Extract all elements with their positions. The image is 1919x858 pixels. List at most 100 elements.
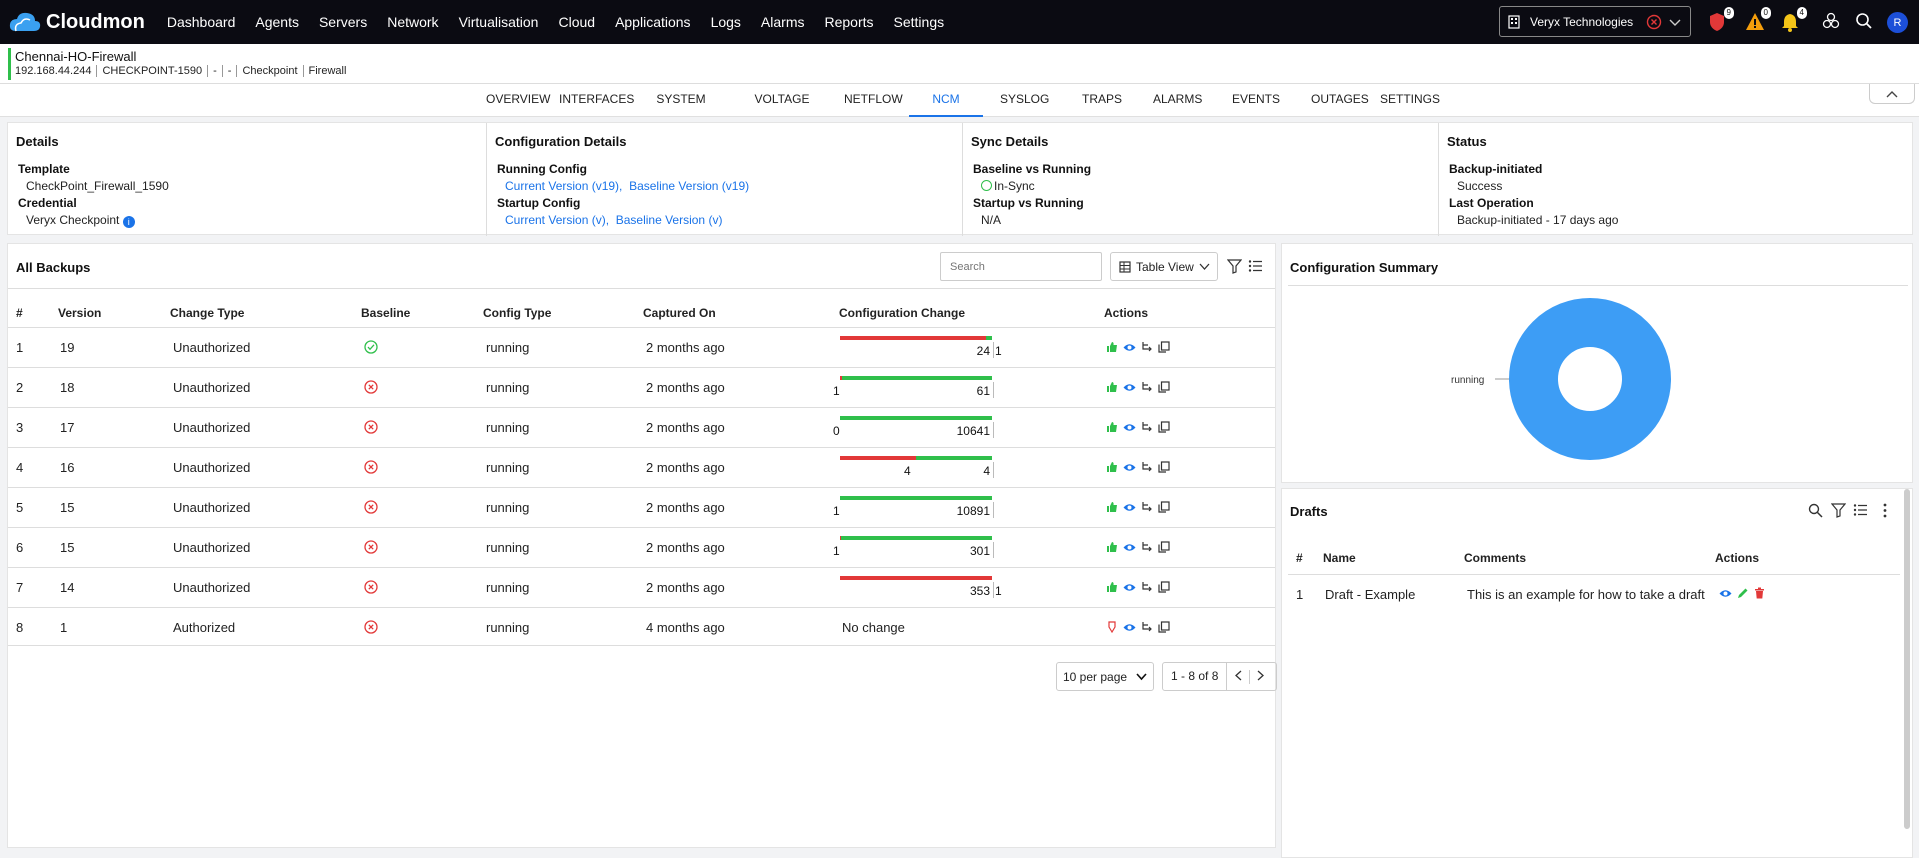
approve-icon[interactable] bbox=[1106, 461, 1118, 476]
compare-icon[interactable] bbox=[1141, 501, 1153, 516]
per-page-select[interactable]: 10 per page bbox=[1056, 662, 1154, 691]
approve-icon[interactable] bbox=[1106, 501, 1118, 516]
view-label: Table View bbox=[1136, 259, 1194, 274]
view-icon[interactable] bbox=[1123, 421, 1136, 436]
user-avatar[interactable]: R bbox=[1887, 12, 1908, 33]
nav-item-reports[interactable]: Reports bbox=[814, 14, 883, 30]
approve-icon[interactable] bbox=[1106, 341, 1118, 356]
added-count: 24 bbox=[976, 344, 990, 358]
removed-bar bbox=[840, 456, 916, 460]
view-icon[interactable] bbox=[1719, 587, 1732, 602]
added-count: 10891 bbox=[956, 504, 990, 518]
compare-icon[interactable] bbox=[1141, 541, 1153, 556]
chevron-down-icon[interactable] bbox=[1668, 15, 1682, 29]
view-icon[interactable] bbox=[1123, 541, 1136, 556]
baseline-cross-icon bbox=[364, 500, 378, 517]
tab-ncm[interactable]: NCM bbox=[909, 84, 983, 117]
running-baseline-link[interactable]: Baseline Version (v19) bbox=[629, 179, 749, 193]
copy-icon[interactable] bbox=[1158, 341, 1170, 356]
divider bbox=[8, 288, 1275, 289]
copy-icon[interactable] bbox=[1158, 461, 1170, 476]
tab-traps[interactable]: TRAPS bbox=[1082, 84, 1122, 117]
table-row: 7 14 Unauthorized running 2 months ago 353 1 bbox=[8, 568, 1275, 608]
nav-item-virtualisation[interactable]: Virtualisation bbox=[449, 14, 549, 30]
approve-icon[interactable] bbox=[1106, 381, 1118, 396]
compare-icon[interactable] bbox=[1141, 461, 1153, 476]
sync-details-section: Sync Details Baseline vs Running In-Sync… bbox=[962, 123, 1438, 236]
copy-icon[interactable] bbox=[1158, 381, 1170, 396]
copy-icon[interactable] bbox=[1158, 541, 1170, 556]
nav-item-agents[interactable]: Agents bbox=[245, 14, 309, 30]
startup-current-link[interactable]: Current Version (v), bbox=[505, 213, 609, 227]
approve-icon[interactable] bbox=[1106, 421, 1118, 436]
view-icon[interactable] bbox=[1123, 621, 1136, 636]
info-icon[interactable]: i bbox=[122, 216, 135, 228]
approve-icon[interactable] bbox=[1106, 581, 1118, 596]
filter-icon[interactable] bbox=[1227, 259, 1242, 274]
details-title: Details bbox=[16, 134, 59, 149]
compare-icon[interactable] bbox=[1141, 621, 1153, 636]
view-icon[interactable] bbox=[1123, 381, 1136, 396]
shield-badge: 9 bbox=[1723, 7, 1734, 19]
edit-icon[interactable] bbox=[1737, 587, 1749, 602]
warning-alert-button[interactable]: 0 bbox=[1745, 7, 1771, 32]
column-header: Change Type bbox=[170, 306, 245, 320]
nav-item-alarms[interactable]: Alarms bbox=[751, 14, 815, 30]
tab-outages[interactable]: OUTAGES bbox=[1311, 84, 1369, 117]
nav-item-servers[interactable]: Servers bbox=[309, 14, 377, 30]
tab-interfaces[interactable]: INTERFACES bbox=[559, 84, 634, 117]
copy-icon[interactable] bbox=[1158, 501, 1170, 516]
no-change-label: No change bbox=[842, 620, 905, 635]
collapse-header-button[interactable] bbox=[1869, 84, 1915, 104]
column-settings-icon[interactable] bbox=[1248, 259, 1263, 273]
logo[interactable]: Cloudmon bbox=[8, 9, 145, 35]
compare-icon[interactable] bbox=[1141, 421, 1153, 436]
integrations-button[interactable] bbox=[1822, 12, 1842, 32]
search-icon[interactable] bbox=[1808, 503, 1823, 518]
nav-item-applications[interactable]: Applications bbox=[605, 14, 701, 30]
tab-system-metrics[interactable]: SYSTEM METRICS bbox=[634, 84, 728, 136]
filter-icon[interactable] bbox=[1831, 503, 1846, 518]
nav-item-network[interactable]: Network bbox=[377, 14, 448, 30]
tab-overview[interactable]: OVERVIEW bbox=[486, 84, 550, 117]
security-alert-button[interactable]: 9 bbox=[1708, 7, 1734, 32]
copy-icon[interactable] bbox=[1158, 581, 1170, 596]
compare-icon[interactable] bbox=[1141, 581, 1153, 596]
tab-voltage-health[interactable]: VOLTAGE HEALTH bbox=[736, 84, 828, 136]
tab-alarms[interactable]: ALARMS bbox=[1153, 84, 1202, 117]
nav-item-dashboard[interactable]: Dashboard bbox=[157, 14, 246, 30]
view-icon[interactable] bbox=[1123, 501, 1136, 516]
search-input[interactable] bbox=[940, 252, 1102, 281]
unapprove-icon[interactable] bbox=[1106, 621, 1118, 636]
column-settings-icon[interactable] bbox=[1853, 503, 1868, 517]
view-selector[interactable]: Table View bbox=[1110, 252, 1218, 281]
tab-settings[interactable]: SETTINGS bbox=[1380, 84, 1440, 117]
delete-icon[interactable] bbox=[1754, 587, 1765, 602]
tab-syslog[interactable]: SYSLOG bbox=[1000, 84, 1049, 117]
prev-page-button[interactable] bbox=[1227, 670, 1249, 684]
global-search-button[interactable] bbox=[1855, 12, 1875, 32]
nav-item-logs[interactable]: Logs bbox=[701, 14, 751, 30]
copy-icon[interactable] bbox=[1158, 621, 1170, 636]
view-icon[interactable] bbox=[1123, 341, 1136, 356]
startup-baseline-link[interactable]: Baseline Version (v) bbox=[616, 213, 723, 227]
clear-icon[interactable] bbox=[1646, 14, 1662, 30]
nav-item-settings[interactable]: Settings bbox=[884, 14, 955, 30]
more-options-icon[interactable] bbox=[1882, 503, 1888, 518]
view-icon[interactable] bbox=[1123, 461, 1136, 476]
compare-icon[interactable] bbox=[1141, 381, 1153, 396]
drafts-scrollbar[interactable] bbox=[1904, 489, 1910, 829]
view-icon[interactable] bbox=[1123, 581, 1136, 596]
tab-netflow[interactable]: NETFLOW bbox=[844, 84, 903, 117]
compare-icon[interactable] bbox=[1141, 341, 1153, 356]
next-page-button[interactable] bbox=[1249, 669, 1271, 684]
nav-item-cloud[interactable]: Cloud bbox=[548, 14, 605, 30]
sync-details-title: Sync Details bbox=[971, 134, 1049, 149]
running-current-link[interactable]: Current Version (v19), bbox=[505, 179, 622, 193]
approve-icon[interactable] bbox=[1106, 541, 1118, 556]
tab-events[interactable]: EVENTS bbox=[1232, 84, 1280, 117]
pie-slice[interactable] bbox=[1509, 298, 1671, 460]
org-selector[interactable]: Veryx Technologies bbox=[1499, 6, 1691, 37]
notifications-button[interactable]: 4 bbox=[1781, 7, 1807, 32]
copy-icon[interactable] bbox=[1158, 421, 1170, 436]
